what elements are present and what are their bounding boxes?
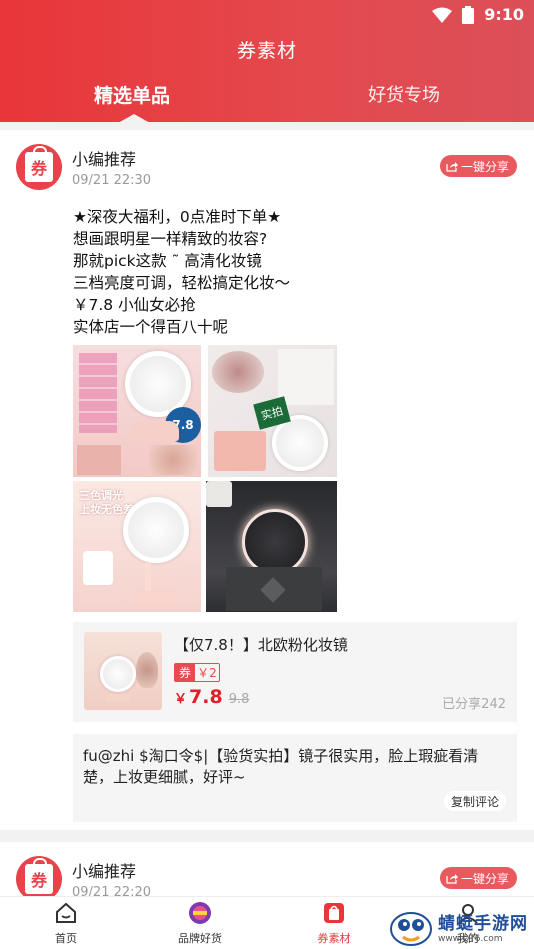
image-grid: 7.8 实拍 三色调光 上妆无色差 [73, 345, 337, 612]
nav-home[interactable]: 首页 [26, 901, 106, 946]
post-card: 券 小编推荐 09/21 22:20 一键分享 [0, 842, 534, 902]
one-click-share-button[interactable]: 一键分享 [439, 867, 517, 889]
product-image-3[interactable]: 三色调光 上妆无色差 [73, 481, 201, 612]
original-price: 9.8 [228, 692, 250, 707]
share-label: 一键分享 [460, 159, 509, 174]
image-caption: 三色调光 上妆无色差 [79, 489, 134, 516]
thumb-caption-graphic [88, 636, 128, 650]
post-card: 券 小编推荐 09/21 22:30 一键分享 ★深夜大福利，0点准时下单★ 想… [0, 130, 534, 830]
product-card[interactable]: 【仅7.8！】北欧粉化妆镜 券 ￥2 ￥ 7.8 9.8 已分享242 [73, 622, 517, 722]
share-icon [446, 873, 458, 884]
post-time: 09/21 22:30 [72, 173, 152, 188]
post-content: ★深夜大福利，0点准时下单★ 想画跟明星一样精致的妆容? 那就pick这款 ˜ … [73, 206, 290, 338]
dragonfly-logo-icon [390, 911, 432, 946]
coupon-badge: 券 ￥2 [174, 663, 220, 682]
coupon-bag-icon [324, 903, 344, 923]
share-label: 一键分享 [460, 871, 509, 886]
brand-icon [189, 902, 211, 924]
share-icon [446, 161, 458, 172]
avatar[interactable]: 券 [16, 144, 62, 190]
model-face-graphic [149, 445, 197, 475]
status-bar: 9:10 [0, 0, 534, 30]
content-line: ★深夜大福利，0点准时下单★ [73, 208, 282, 226]
mirror-base-graphic [131, 421, 179, 441]
one-click-share-button[interactable]: 一键分享 [439, 155, 517, 177]
comment-text: fu@zhi $淘口令$|【验货实拍】镜子很实用，脸上瑕疵看清楚，上妆更细腻，好… [83, 747, 479, 786]
wifi-icon [432, 7, 453, 23]
mirror-back-graphic [278, 349, 334, 405]
tab-good-deals[interactable]: 好货专场 [368, 81, 440, 107]
copy-comment-button[interactable]: 复制评论 [443, 791, 506, 811]
logo-badge-graphic [206, 481, 232, 507]
price: 7.8 [189, 686, 223, 708]
nav-coupon-material[interactable]: 券素材 [294, 901, 374, 946]
mirror-base-graphic [106, 694, 130, 702]
mirror-graphic [123, 497, 189, 563]
watermark-url: www.QT6.com [438, 934, 503, 944]
mirror-stand-graphic [145, 563, 151, 593]
nav-brand-goods[interactable]: 品牌好货 [160, 901, 240, 946]
page-title: 券素材 [236, 40, 297, 62]
product-image-1[interactable]: 7.8 [73, 345, 201, 477]
battery-icon [462, 5, 475, 24]
site-watermark: 蜻蜓手游网 www.QT6.com [388, 904, 534, 949]
product-image-4[interactable] [206, 481, 337, 612]
box-graphic [214, 431, 266, 471]
lipstick-graphic [77, 445, 121, 475]
content-line: 想画跟明星一样精致的妆容? [73, 230, 268, 248]
watermark-name: 蜻蜓手游网 [438, 914, 528, 934]
header: 9:10 券素材 精选单品 好货专场 [0, 0, 534, 123]
mirror-graphic [100, 656, 136, 692]
price-currency: ￥ [174, 692, 188, 707]
content-line: 三档亮度可调，轻松搞定化妆～ [73, 274, 291, 292]
status-time: 9:10 [484, 5, 524, 24]
coupon-bag-icon: 券 [25, 858, 53, 894]
selfie-graphic [212, 351, 264, 393]
active-tab-indicator [118, 114, 150, 123]
tab-bar: 精选单品 好货专场 [0, 76, 534, 123]
usb-cable-graphic [83, 551, 113, 585]
product-thumbnail[interactable] [84, 632, 162, 710]
lit-mirror-graphic [242, 509, 308, 575]
coupon-bag-icon: 券 [25, 146, 53, 182]
model-graphic [136, 652, 158, 688]
content-line: 实体店一个得百八十呢 [73, 318, 229, 336]
post-author: 小编推荐 [72, 150, 137, 169]
home-icon [56, 902, 76, 923]
shared-count: 已分享242 [442, 697, 506, 712]
tab-featured-items[interactable]: 精选单品 [94, 81, 170, 108]
content-line: 那就pick这款 ˜ 高清化妆镜 [73, 252, 262, 270]
comment-box: fu@zhi $淘口令$|【验货实拍】镜子很实用，脸上瑕疵看清楚，上妆更细腻，好… [73, 734, 517, 822]
post-author: 小编推荐 [72, 862, 137, 881]
content-line: ￥7.8 小仙女必抢 [73, 296, 196, 314]
product-image-2[interactable]: 实拍 [208, 345, 337, 477]
mirror-base-graphic [133, 591, 177, 605]
price-row: ￥ 7.8 9.8 [174, 686, 249, 708]
product-title: 【仅7.8！】北欧粉化妆镜 [174, 636, 348, 654]
feature-list-graphic [79, 353, 117, 433]
